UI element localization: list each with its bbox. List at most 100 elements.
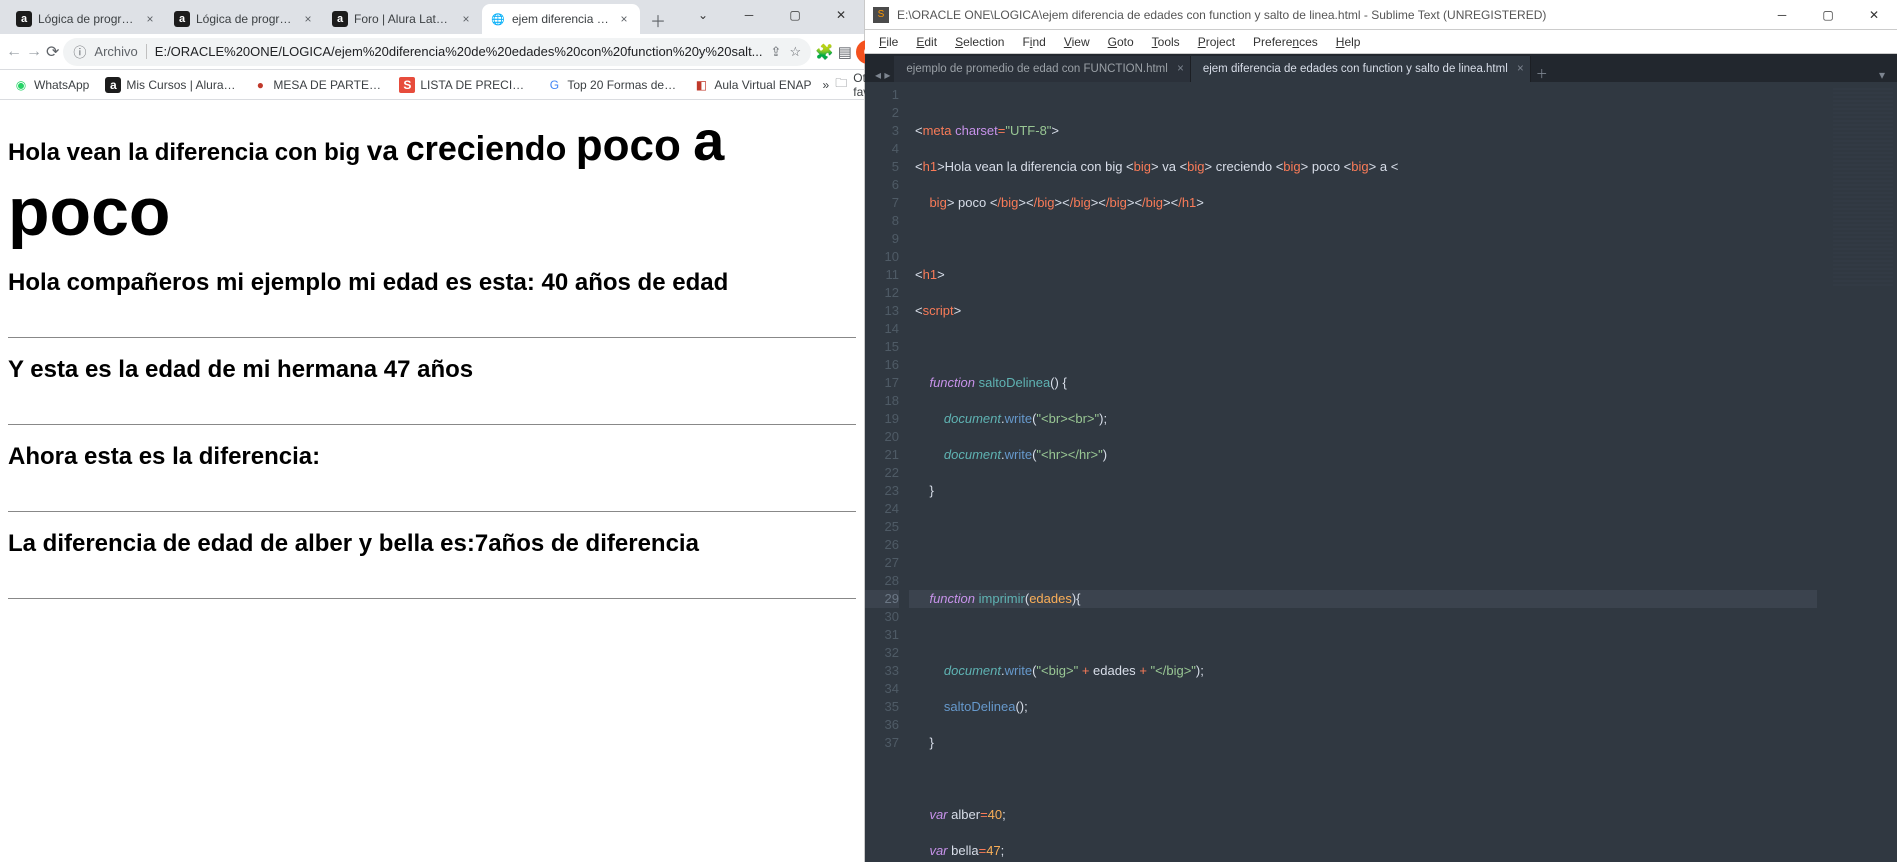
close-icon[interactable]: × <box>458 11 474 27</box>
menu-help[interactable]: Help <box>1328 33 1369 51</box>
menu-goto[interactable]: Goto <box>1100 33 1142 51</box>
line-gutter: 1234567891011121314151617181920212223242… <box>865 82 909 862</box>
bookmark-top20[interactable]: GTop 20 Formas de l... <box>541 74 682 96</box>
divider <box>8 337 856 338</box>
chrome-titlebar: a Lógica de programación × a Lógica de p… <box>0 0 864 34</box>
bookmarks-more-button[interactable]: » <box>823 78 830 92</box>
bookmark-label: LISTA DE PRECIOS S... <box>420 78 530 92</box>
minimap[interactable] <box>1817 82 1897 862</box>
divider <box>8 424 856 425</box>
tab-title: Lógica de programación <box>38 12 136 26</box>
tab-history-buttons[interactable]: ◂ ▸ <box>871 68 894 82</box>
bookmark-enap[interactable]: ◧Aula Virtual ENAP <box>688 74 816 96</box>
whatsapp-icon: ◉ <box>13 77 29 93</box>
back-button[interactable]: ← <box>6 38 22 66</box>
file-icon: ⓘ <box>73 42 86 61</box>
divider <box>8 598 856 599</box>
bookmark-alura[interactable]: a Mis Cursos | Alura L... <box>100 74 241 96</box>
sublime-logo-icon: S <box>873 7 889 23</box>
heading-diferencia: Ahora esta es la diferencia: <box>8 443 856 471</box>
big-part1: Hola vean la diferencia con big <box>8 139 367 166</box>
chrome-window: a Lógica de programación × a Lógica de p… <box>0 0 865 862</box>
address-bar[interactable]: ⓘ Archivo E:/ORACLE%20ONE/LOGICA/ejem%20… <box>63 38 811 66</box>
maximize-button[interactable]: ▢ <box>772 0 818 30</box>
url-text: E:/ORACLE%20ONE/LOGICA/ejem%20diferencia… <box>155 44 763 59</box>
sublime-titlebar: S E:\ORACLE ONE\LOGICA\ejem diferencia d… <box>865 0 1897 30</box>
sublime-menubar: File Edit Selection Find View Goto Tools… <box>865 30 1897 54</box>
s-icon: S <box>399 77 415 93</box>
big-part5: a <box>693 109 724 172</box>
minimize-button[interactable]: ─ <box>726 0 772 30</box>
code-area[interactable]: <meta charset="UTF-8"> <h1>Hola vean la … <box>909 82 1817 862</box>
sublime-window-controls: ─ ▢ ✕ <box>1759 0 1897 30</box>
bookmark-label: Top 20 Formas de l... <box>567 78 677 92</box>
close-icon[interactable]: × <box>616 11 632 27</box>
bookmark-label: WhatsApp <box>34 78 89 92</box>
bookmark-whatsapp[interactable]: ◉ WhatsApp <box>8 74 94 96</box>
big-part4: poco <box>576 121 693 170</box>
sublime-tab-dropdown-button[interactable]: ▾ <box>1871 68 1893 82</box>
sublime-window: S E:\ORACLE ONE\LOGICA\ejem diferencia d… <box>865 0 1897 862</box>
page-content: Hola vean la diferencia con big va creci… <box>0 100 864 862</box>
close-icon[interactable]: × <box>142 11 158 27</box>
folder-icon: 🗀 <box>835 74 847 95</box>
close-icon[interactable]: × <box>300 11 316 27</box>
maximize-button[interactable]: ▢ <box>1805 0 1851 30</box>
favicon-alura-icon: a <box>174 11 190 27</box>
heading-hermana: Y esta es la edad de mi hermana 47 años <box>8 356 856 384</box>
menu-selection[interactable]: Selection <box>947 33 1012 51</box>
menu-edit[interactable]: Edit <box>908 33 945 51</box>
bookmark-label: MESA DE PARTES U... <box>273 78 383 92</box>
big-part6: poco <box>8 174 170 250</box>
minimize-button[interactable]: ─ <box>1759 0 1805 30</box>
chrome-tab-2[interactable]: a Foro | Alura Latam - Cur × <box>324 4 482 34</box>
sublime-title-text: E:\ORACLE ONE\LOGICA\ejem diferencia de … <box>897 8 1889 22</box>
bookmark-mesa[interactable]: ● MESA DE PARTES U... <box>247 74 388 96</box>
heading-resultado: La diferencia de edad de alber y bella e… <box>8 530 856 558</box>
chrome-tab-1[interactable]: a Lógica de programación × <box>166 4 324 34</box>
chrome-tab-3[interactable]: 🌐 ejem diferencia de edad × <box>482 4 640 34</box>
favicon-globe-icon: 🌐 <box>490 11 506 27</box>
menu-tools[interactable]: Tools <box>1144 33 1188 51</box>
bookmark-label: Mis Cursos | Alura L... <box>126 78 236 92</box>
chrome-toolbar: ← → ⟳ ⓘ Archivo E:/ORACLE%20ONE/LOGICA/e… <box>0 34 864 70</box>
menu-view[interactable]: View <box>1056 33 1098 51</box>
big-part2: va <box>367 135 406 166</box>
close-button[interactable]: ✕ <box>1851 0 1897 30</box>
archivo-label: Archivo <box>94 44 146 59</box>
reading-list-icon[interactable]: ▤ <box>838 38 852 66</box>
sublime-editor[interactable]: 1234567891011121314151617181920212223242… <box>865 82 1897 862</box>
reload-button[interactable]: ⟳ <box>46 38 59 66</box>
close-button[interactable]: ✕ <box>818 0 864 30</box>
sublime-tab-0[interactable]: ejemplo de promedio de edad con FUNCTION… <box>894 56 1190 82</box>
dot-icon: ● <box>252 77 268 93</box>
chrome-tabsearch-button[interactable]: ⌄ <box>680 0 726 30</box>
extensions-icon[interactable]: 🧩 <box>815 38 834 66</box>
menu-preferences[interactable]: Preferences <box>1245 33 1326 51</box>
favicon-alura-icon: a <box>332 11 348 27</box>
bookmarks-bar: ◉ WhatsApp a Mis Cursos | Alura L... ● MESA… <box>0 70 864 100</box>
star-icon[interactable]: ☆ <box>789 44 801 60</box>
new-tab-button[interactable]: ＋ <box>644 6 672 34</box>
chrome-tab-0[interactable]: a Lógica de programación × <box>8 4 166 34</box>
alura-icon: a <box>105 77 121 93</box>
sublime-tab-1[interactable]: ejem diferencia de edades con function y… <box>1191 56 1531 82</box>
forward-button[interactable]: → <box>26 38 42 66</box>
menu-file[interactable]: File <box>871 33 906 51</box>
menu-project[interactable]: Project <box>1190 33 1243 51</box>
sublime-tabbar: ◂ ▸ ejemplo de promedio de edad con FUNC… <box>865 54 1897 82</box>
menu-find[interactable]: Find <box>1014 33 1053 51</box>
bookmark-lista[interactable]: S LISTA DE PRECIOS S... <box>394 74 535 96</box>
tab-title: ejem diferencia de edad <box>512 12 610 26</box>
close-icon[interactable]: × <box>1517 63 1524 75</box>
divider <box>8 511 856 512</box>
close-icon[interactable]: × <box>1177 63 1184 75</box>
chrome-window-controls: ⌄ ─ ▢ ✕ <box>680 0 864 30</box>
sublime-tab-label: ejemplo de promedio de edad con FUNCTION… <box>906 63 1167 75</box>
heading-big-demo: Hola vean la diferencia con big va creci… <box>8 108 856 251</box>
sublime-new-tab-button[interactable]: ＋ <box>1531 65 1553 82</box>
bookmark-label: Aula Virtual ENAP <box>714 78 811 92</box>
tab-title: Lógica de programación <box>196 12 294 26</box>
share-icon[interactable]: ⇪ <box>771 44 782 60</box>
favicon-alura-icon: a <box>16 11 32 27</box>
